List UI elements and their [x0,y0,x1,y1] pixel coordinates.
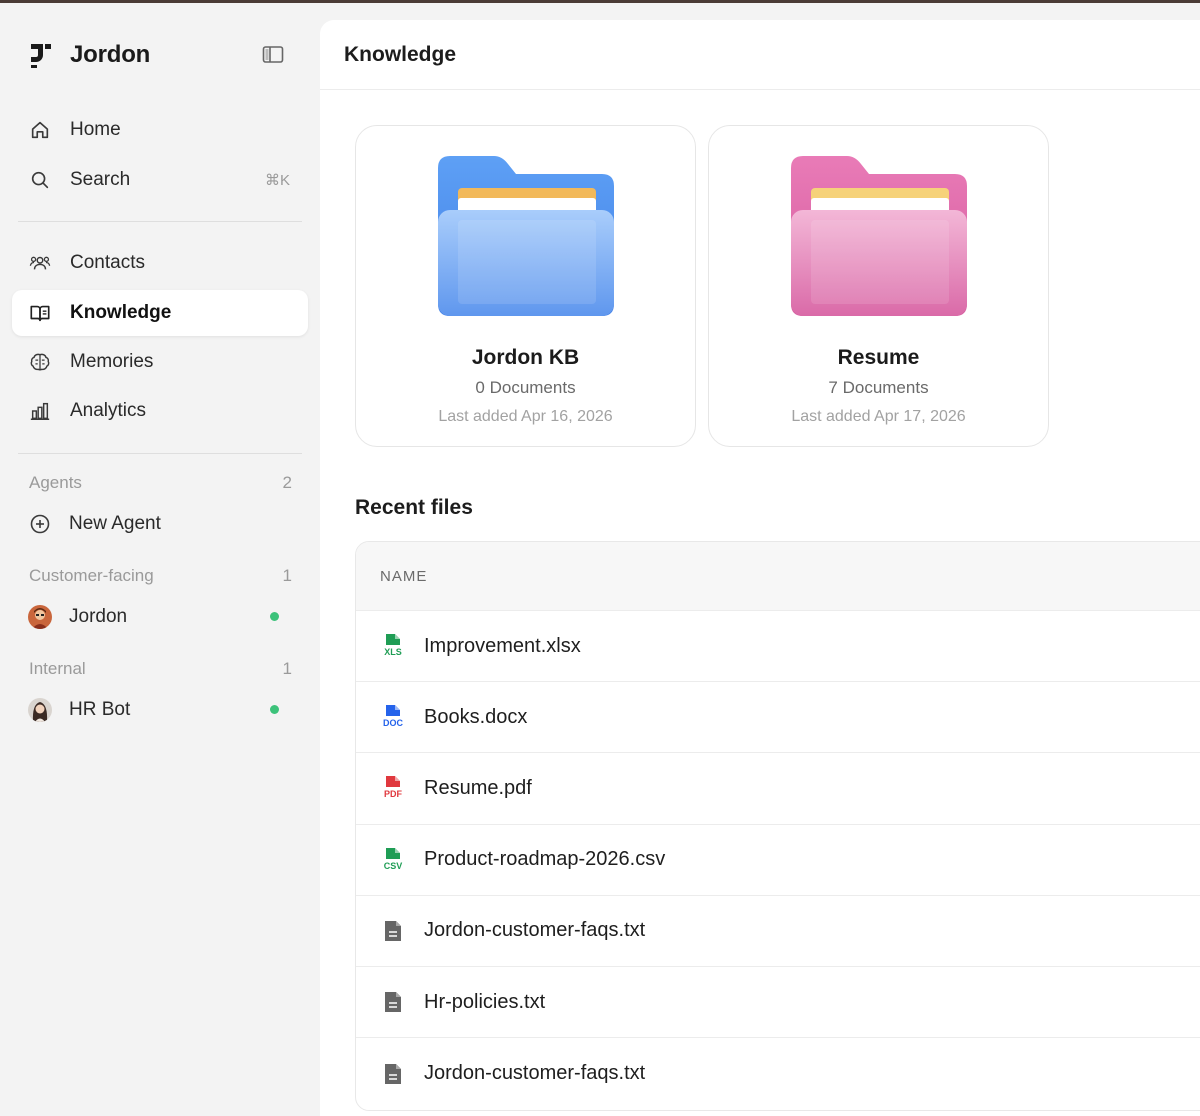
agent-group-label: Internal [29,659,86,678]
nav-item-label: Analytics [70,400,147,421]
file-csv-icon: CSV [380,847,406,873]
table-row[interactable]: Hr-policies.txt [356,967,1200,1039]
nav-item-label: Knowledge [70,302,172,323]
sidebar-divider [18,221,302,222]
nav-item-analytics[interactable]: Analytics [12,388,308,434]
agent-group-label: Customer-facing [29,566,154,585]
agent-item-jordon[interactable]: Jordon [12,596,308,638]
table-row[interactable]: CSV Product-roadmap-2026.csv [356,825,1200,896]
table-row[interactable]: XLS Improvement.xlsx [356,611,1200,683]
file-pdf-icon: PDF [380,775,406,801]
file-name: Resume.pdf [424,776,532,799]
table-row[interactable]: DOC Books.docx [356,682,1200,754]
brand-name: Jordon [70,41,151,68]
recent-files-table: NAME XLS Improvement.xlsx DOC Books.docx PDF… [355,541,1200,1111]
agent-group-count: 1 [282,566,292,585]
knowledge-base-doc-count: 0 Documents [475,378,576,397]
file-txt-icon [380,1061,406,1087]
contacts-icon [28,251,52,275]
page-title: Knowledge [344,42,457,66]
knowledge-base-last-added: Last added Apr 16, 2026 [438,408,613,425]
search-shortcut: ⌘K [264,172,290,189]
book-icon [28,301,52,325]
svg-text:XLS: XLS [384,647,402,657]
folder-icon [791,156,967,316]
svg-text:DOC: DOC [383,718,404,728]
agents-section-label: Agents [29,473,82,492]
nav-item-knowledge[interactable]: Knowledge [12,290,308,336]
nav-item-contacts[interactable]: Contacts [12,240,308,286]
nav-item-home[interactable]: Home [12,107,308,153]
avatar [28,698,52,722]
nav-item-label: Contacts [70,252,145,273]
folder-icon [438,156,614,316]
sidebar-toggle-icon[interactable] [262,45,284,65]
knowledge-base-last-added: Last added Apr 17, 2026 [791,408,966,425]
svg-text:CSV: CSV [384,861,403,871]
knowledge-base-card[interactable]: Resume 7 Documents Last added Apr 17, 20… [708,125,1049,447]
search-icon [28,168,52,192]
online-status-dot [270,612,279,621]
agent-group-count: 1 [282,659,292,678]
table-row[interactable]: Jordon-customer-faqs.txt [356,896,1200,967]
new-agent-label: New Agent [69,513,161,534]
bar-chart-icon [28,399,52,423]
page-header: Knowledge [320,20,1200,90]
file-txt-icon [380,989,406,1015]
table-row[interactable]: Jordon-customer-faqs.txt [356,1038,1200,1109]
file-name: Improvement.xlsx [424,634,581,657]
file-name: Hr-policies.txt [424,990,546,1013]
nav-item-label: Memories [70,351,154,372]
nav-item-label: Home [70,119,121,140]
column-header-name[interactable]: NAME [380,568,427,585]
nav-item-memories[interactable]: Memories [12,339,308,385]
table-header: NAME [356,542,1200,611]
file-doc-icon: DOC [380,704,406,730]
new-agent-button[interactable]: New Agent [12,503,308,545]
recent-files-heading: Recent files [355,496,473,519]
brand[interactable]: Jordon [28,41,150,69]
agent-name: Jordon [69,606,128,627]
table-row[interactable]: PDF Resume.pdf [356,753,1200,825]
avatar [28,605,52,629]
nav-item-search[interactable]: Search ⌘K [12,157,308,203]
sidebar: Jordon Home Search ⌘K Contacts Knowledge [0,3,320,1116]
file-xls-icon: XLS [380,633,406,659]
sidebar-divider [18,453,302,454]
home-icon [28,118,52,142]
agent-item-hr-bot[interactable]: HR Bot [12,689,308,731]
file-txt-icon [380,918,406,944]
file-name: Jordon-customer-faqs.txt [424,919,646,942]
file-name: Jordon-customer-faqs.txt [424,1062,646,1085]
knowledge-base-card[interactable]: Jordon KB 0 Documents Last added Apr 16,… [355,125,696,447]
file-name: Product-roadmap-2026.csv [424,848,666,871]
brand-logo-icon [31,44,51,68]
nav-item-label: Search [70,169,131,190]
knowledge-base-doc-count: 7 Documents [828,378,929,397]
svg-text:PDF: PDF [384,789,403,799]
main-panel: Knowledge Jordon KB 0 Documents Last add… [320,20,1200,1116]
brain-icon [28,350,52,374]
plus-circle-icon [30,514,50,534]
online-status-dot [270,705,279,714]
agent-name: HR Bot [69,699,131,720]
agents-count: 2 [282,473,292,492]
file-name: Books.docx [424,705,528,728]
knowledge-base-name: Jordon KB [471,346,580,369]
knowledge-base-name: Resume [837,346,920,369]
